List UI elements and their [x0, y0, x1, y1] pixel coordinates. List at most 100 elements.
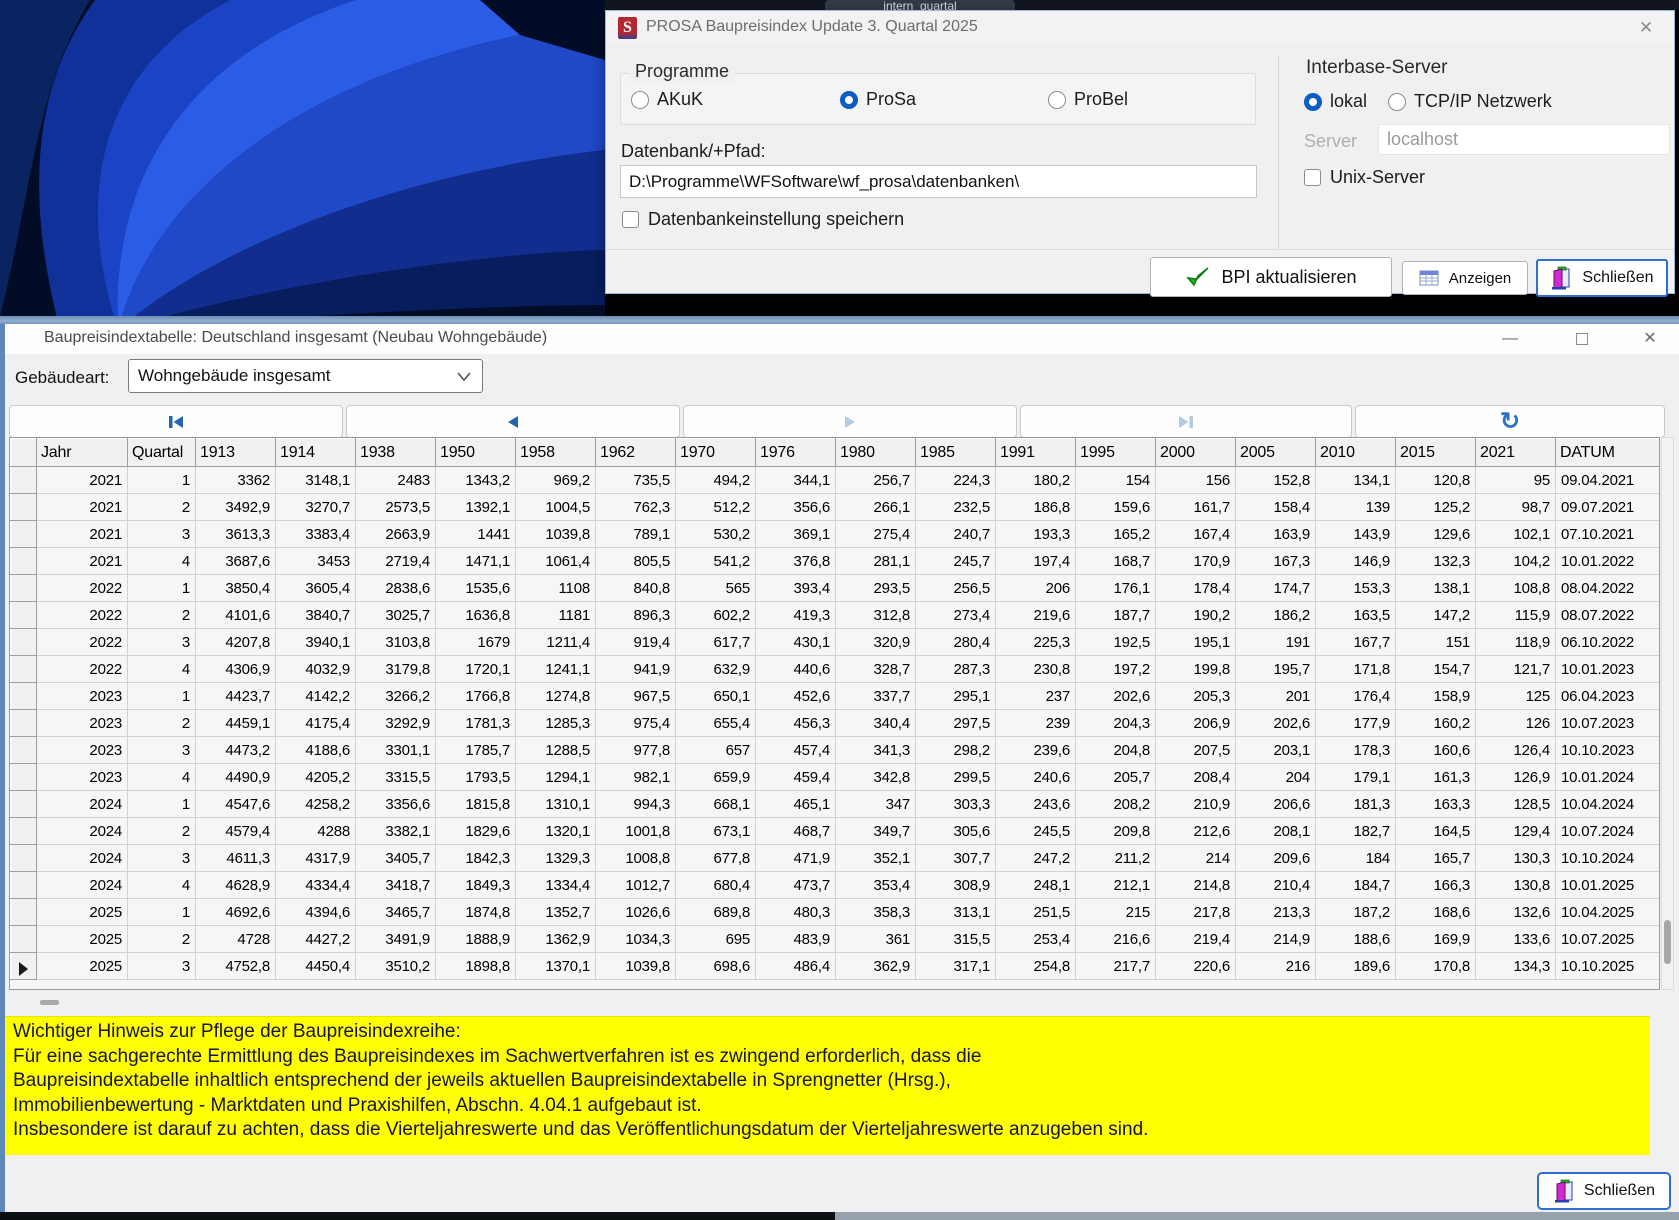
- prior-record-button[interactable]: [346, 405, 680, 438]
- row-indicator-cell[interactable]: [10, 628, 37, 656]
- grid-cell[interactable]: 1343,2: [435, 466, 516, 494]
- grid-cell[interactable]: 139: [1315, 493, 1396, 521]
- grid-cell[interactable]: 4728: [195, 925, 276, 953]
- radio-selected-icon[interactable]: [1304, 92, 1322, 111]
- grid-cell[interactable]: 4258,2: [275, 790, 356, 818]
- grid-cell[interactable]: 2021: [36, 547, 128, 575]
- grid-cell[interactable]: 4427,2: [275, 925, 356, 953]
- grid-cell[interactable]: 2: [127, 709, 196, 737]
- grid-row[interactable]: 2023 3 4473,2 4188,6 3301,1 1785,7 1288,5 977,8…: [10, 736, 1659, 764]
- grid-cell[interactable]: 3383,4: [275, 520, 356, 548]
- refresh-button[interactable]: [1355, 405, 1665, 438]
- grid-cell[interactable]: 2022: [36, 655, 128, 683]
- grid-cell[interactable]: 197,4: [995, 547, 1076, 575]
- grid-cell[interactable]: 1370,1: [515, 952, 596, 980]
- grid-cell[interactable]: 2021: [36, 520, 128, 548]
- grid-cell[interactable]: 3356,6: [355, 790, 436, 818]
- grid-cell[interactable]: 967,5: [595, 682, 676, 710]
- grid-cell[interactable]: 275,4: [835, 520, 916, 548]
- grid-cell[interactable]: 735,5: [595, 466, 676, 494]
- grid-cell[interactable]: 293,5: [835, 574, 916, 602]
- grid-cell[interactable]: 430,1: [755, 628, 836, 656]
- grid-cell[interactable]: 266,1: [835, 493, 916, 521]
- grid-cell[interactable]: 125,2: [1395, 493, 1476, 521]
- grid-cell[interactable]: 4752,8: [195, 952, 276, 980]
- grid-cell[interactable]: 328,7: [835, 655, 916, 683]
- grid-cell[interactable]: 1781,3: [435, 709, 516, 737]
- grid-cell[interactable]: 1288,5: [515, 736, 596, 764]
- grid-cell[interactable]: 178,4: [1155, 574, 1236, 602]
- grid-cell[interactable]: 4288: [275, 817, 356, 845]
- grid-cell[interactable]: 199,8: [1155, 655, 1236, 683]
- grid-cell[interactable]: 153,3: [1315, 574, 1396, 602]
- grid-cell[interactable]: 303,3: [915, 790, 996, 818]
- grid-cell[interactable]: 248,1: [995, 871, 1076, 899]
- grid-cell[interactable]: 361: [835, 925, 916, 953]
- grid-cell[interactable]: 129,4: [1475, 817, 1556, 845]
- grid-row[interactable]: 2022 4 4306,9 4032,9 3179,8 1720,1 1241,1 941,9…: [10, 655, 1659, 683]
- grid-cell[interactable]: 254,8: [995, 952, 1076, 980]
- grid-cell[interactable]: 167,4: [1155, 520, 1236, 548]
- grid-cell[interactable]: 09.07.2021: [1555, 493, 1659, 521]
- grid-cell[interactable]: 253,4: [995, 925, 1076, 953]
- grid-cell[interactable]: 362,9: [835, 952, 916, 980]
- grid-cell[interactable]: 530,2: [675, 520, 756, 548]
- grid-cell[interactable]: 179,1: [1315, 763, 1396, 791]
- grid-row[interactable]: 2021 4 3687,6 3453 2719,4 1471,1 1061,4 805,5 54…: [10, 547, 1659, 575]
- grid-cell[interactable]: 4579,4: [195, 817, 276, 845]
- grid-cell[interactable]: 167,3: [1235, 547, 1316, 575]
- grid-cell[interactable]: 129,6: [1395, 520, 1476, 548]
- grid-cell[interactable]: 2483: [355, 466, 436, 494]
- grid-cell[interactable]: 2838,6: [355, 574, 436, 602]
- grid-cell[interactable]: 164,5: [1395, 817, 1476, 845]
- grid-cell[interactable]: 4: [127, 655, 196, 683]
- grid-cell[interactable]: 994,3: [595, 790, 676, 818]
- grid-cell[interactable]: 1: [127, 898, 196, 926]
- grid-cell[interactable]: 340,4: [835, 709, 916, 737]
- grid-cell[interactable]: 3179,8: [355, 655, 436, 683]
- grid-cell[interactable]: 317,1: [915, 952, 996, 980]
- grid-cell[interactable]: 305,6: [915, 817, 996, 845]
- next-record-button[interactable]: [683, 405, 1017, 438]
- grid-cell[interactable]: 468,7: [755, 817, 836, 845]
- grid-cell[interactable]: 134,3: [1475, 952, 1556, 980]
- grid-cell[interactable]: 3453: [275, 547, 356, 575]
- grid-cell[interactable]: 214,8: [1155, 871, 1236, 899]
- grid-cell[interactable]: 206,6: [1235, 790, 1316, 818]
- grid-cell[interactable]: 1274,8: [515, 682, 596, 710]
- grid-cell[interactable]: 182,7: [1315, 817, 1396, 845]
- grid-cell[interactable]: 152,8: [1235, 466, 1316, 494]
- grid-cell[interactable]: 342,8: [835, 763, 916, 791]
- grid-cell[interactable]: 2021: [36, 466, 128, 494]
- grid-cell[interactable]: 1026,6: [595, 898, 676, 926]
- grid-cell[interactable]: 208,4: [1155, 763, 1236, 791]
- grid-cell[interactable]: 541,2: [675, 547, 756, 575]
- grid-cell[interactable]: 4101,6: [195, 601, 276, 629]
- grid-cell[interactable]: 219,6: [995, 601, 1076, 629]
- row-indicator-cell[interactable]: [10, 466, 37, 494]
- grid-cell[interactable]: 204,8: [1075, 736, 1156, 764]
- grid-cell[interactable]: 224,3: [915, 466, 996, 494]
- row-indicator-cell[interactable]: [10, 655, 37, 683]
- grid-cell[interactable]: 10.07.2023: [1555, 709, 1659, 737]
- grid-cell[interactable]: 256,5: [915, 574, 996, 602]
- row-indicator-cell[interactable]: [10, 736, 37, 764]
- grid-cell[interactable]: 3315,5: [355, 763, 436, 791]
- grid-cell[interactable]: 1679: [435, 628, 516, 656]
- grid-cell[interactable]: 10.01.2023: [1555, 655, 1659, 683]
- grid-row[interactable]: 2025 1 4692,6 4394,6 3465,7 1874,8 1352,7 1026,…: [10, 898, 1659, 926]
- grid-cell[interactable]: 655,4: [675, 709, 756, 737]
- grid-cell[interactable]: 3148,1: [275, 466, 356, 494]
- grid-cell[interactable]: 480,3: [755, 898, 836, 926]
- grid-cell[interactable]: 184,7: [1315, 871, 1396, 899]
- grid-cell[interactable]: 341,3: [835, 736, 916, 764]
- grid-cell[interactable]: 165,2: [1075, 520, 1156, 548]
- grid-cell[interactable]: 121,7: [1475, 655, 1556, 683]
- grid-cell[interactable]: 195,1: [1155, 628, 1236, 656]
- grid-cell[interactable]: 1334,4: [515, 871, 596, 899]
- grid-cell[interactable]: 216,6: [1075, 925, 1156, 953]
- grid-cell[interactable]: 287,3: [915, 655, 996, 683]
- grid-cell[interactable]: 203,1: [1235, 736, 1316, 764]
- grid-cell[interactable]: 120,8: [1395, 466, 1476, 494]
- grid-cell[interactable]: 919,4: [595, 628, 676, 656]
